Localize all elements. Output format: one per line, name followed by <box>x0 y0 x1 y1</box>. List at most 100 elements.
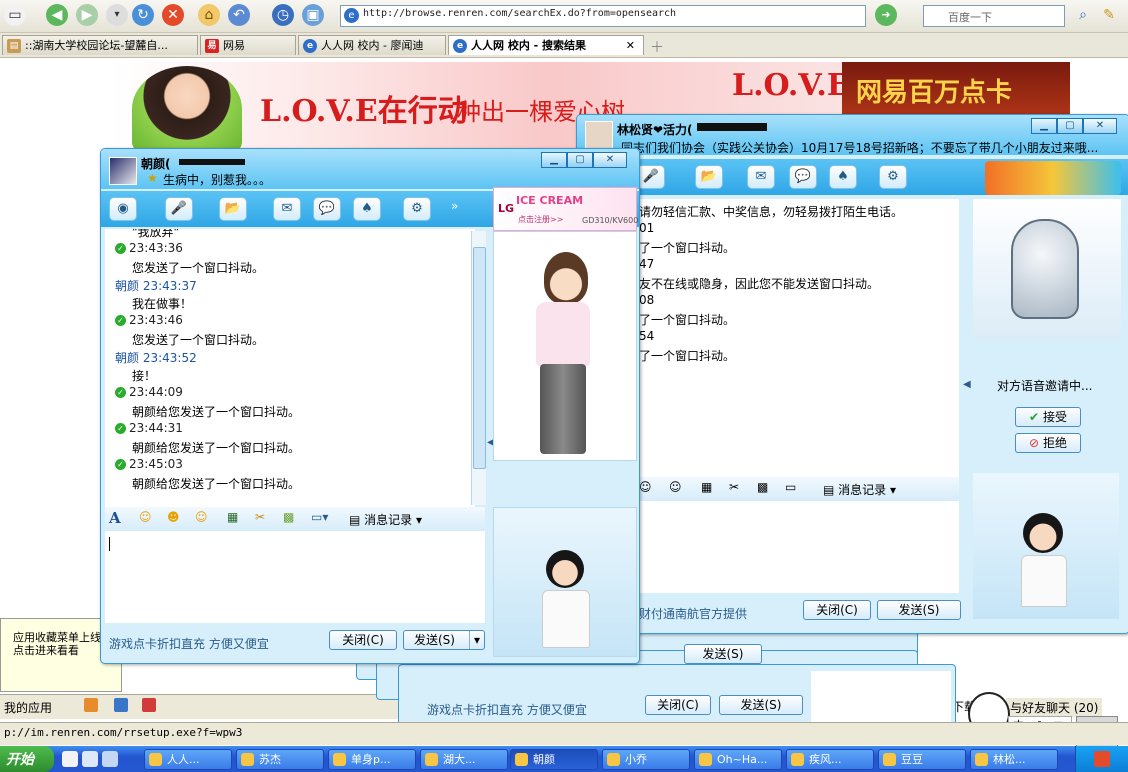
go-icon[interactable]: ➜ <box>875 4 897 26</box>
address-bar[interactable]: e http://browse.renren.com/searchEx.do?f… <box>340 5 866 27</box>
friend-chat-link[interactable]: 与好友聊天 (20) <box>1006 698 1103 717</box>
folder-icon[interactable]: 📂 <box>695 165 723 189</box>
tab-renren-profile[interactable]: e 人人网 校内 - 廖闻迪 <box>298 35 446 55</box>
gift-icon[interactable]: ▩ <box>757 480 768 494</box>
app-icon[interactable] <box>142 698 156 712</box>
send-button[interactable]: 发送(S) ▾ <box>403 630 485 650</box>
collapse-panel-arrow[interactable]: ◀ <box>963 379 971 390</box>
app-icon[interactable] <box>114 698 128 712</box>
quicklaunch-desktop-icon[interactable] <box>82 751 98 767</box>
window-titlebar[interactable]: 朝颜( ★ 生病中，别惹我。。。 ▁ ▢ ✕ <box>101 149 639 189</box>
history-clock-icon[interactable]: ◷ <box>272 4 294 26</box>
microphone-icon[interactable]: 🎤 <box>165 197 193 221</box>
minimize-button[interactable]: ▁ <box>541 152 567 168</box>
tray-app-icon[interactable] <box>1094 751 1110 767</box>
pen-icon[interactable]: ✎ <box>1098 4 1120 26</box>
start-button[interactable]: 开始 <box>0 746 54 772</box>
new-tab-icon[interactable]: ＋ <box>650 37 664 57</box>
taskbar-button[interactable]: 湖大... <box>420 749 508 770</box>
undo-icon[interactable]: ↶ <box>228 4 250 26</box>
apps-shortcut-icon[interactable] <box>985 161 1121 195</box>
send-options-icon[interactable]: ▾ <box>468 631 480 649</box>
screen-share-icon[interactable]: ▭▾ <box>311 510 328 524</box>
font-icon[interactable]: A <box>109 509 121 527</box>
search-icon[interactable]: ⌕ <box>1072 4 1094 26</box>
message-scrollbar[interactable] <box>471 231 486 505</box>
video-camera-icon[interactable]: ◉ <box>109 197 137 221</box>
taskbar-button[interactable]: 单身p... <box>328 749 416 770</box>
taskbar-button[interactable]: Oh~Ha... <box>694 749 782 770</box>
chat-window-zhaoyan[interactable]: 朝颜( ★ 生病中，别惹我。。。 ▁ ▢ ✕ ◉ 🎤 📂 ✉ 💬 ♠ ⚙ » L… <box>100 148 640 664</box>
image-icon[interactable]: ▦ <box>227 510 238 524</box>
taskbar-button[interactable]: 小乔 <box>602 749 690 770</box>
close-button[interactable]: 关闭(C) <box>645 695 711 715</box>
quicklaunch-ie-icon[interactable] <box>62 751 78 767</box>
close-tab-icon[interactable]: ✕ <box>626 36 635 55</box>
message-history-button[interactable]: ▤ 消息记录 ▾ <box>823 481 896 498</box>
more-tools-icon[interactable]: » <box>451 199 458 213</box>
tab-netease[interactable]: 易 网易 <box>200 35 296 55</box>
footer-ad-link[interactable]: 财付通南航官方提供 <box>639 605 747 622</box>
taskbar-button[interactable]: 疾风... <box>786 749 874 770</box>
send-button[interactable]: 发送(S) <box>684 644 762 664</box>
screenshot-icon[interactable]: ✂ <box>729 480 739 494</box>
reject-voice-button[interactable]: ⊘ 拒绝 <box>1015 433 1081 453</box>
settings-gear-icon[interactable]: ⚙ <box>403 197 431 221</box>
screen-share-icon[interactable]: ▭ <box>785 480 796 494</box>
chat-bubble-icon[interactable]: 💬 <box>789 165 817 189</box>
netease-card-ad[interactable]: 网易百万点卡 <box>842 62 1070 120</box>
minimize-button[interactable]: ▁ <box>1031 118 1057 134</box>
my-apps-label[interactable]: 我的应用 <box>4 699 52 716</box>
settings-gear-icon[interactable]: ⚙ <box>879 165 907 189</box>
folder-icon[interactable]: 📂 <box>219 197 247 221</box>
message-input[interactable] <box>105 531 485 623</box>
send-button[interactable]: 发送(S) <box>719 695 803 715</box>
window-titlebar[interactable]: 林松贤❤活力( 同志们我们协会（实践公关协会）10月17号18号招新咯；不要忘了… <box>577 115 1128 155</box>
microphone-icon[interactable]: 🎤 <box>637 165 665 189</box>
accept-voice-button[interactable]: ✔ 接受 <box>1015 407 1081 427</box>
message-history-button[interactable]: ▤ 消息记录 ▾ <box>349 511 422 528</box>
contact-avatar[interactable] <box>585 121 613 149</box>
back-arrow-icon[interactable]: ◀ <box>46 4 68 26</box>
message-history[interactable]: 请勿轻信汇款、中奖信息，勿轻易拨打陌生电话。 01 了一个窗口抖动。 47 友不在线或隐… <box>637 199 959 479</box>
maximize-button[interactable]: ▢ <box>1057 118 1083 134</box>
stop-icon[interactable]: ✕ <box>162 4 184 26</box>
emoji-icon[interactable]: ☺ <box>669 480 682 494</box>
emoji-icon[interactable]: ☺ <box>639 480 652 494</box>
image-icon[interactable]: ▦ <box>701 480 712 494</box>
screen-icon[interactable]: ▣ <box>302 4 324 26</box>
scrollbar-thumb[interactable] <box>473 247 486 469</box>
cards-icon[interactable]: ♠ <box>353 197 381 221</box>
lg-icecream-ad[interactable]: LG ICE CREAM 点击注册>> GD310/KV600 <box>493 187 638 231</box>
taskbar-button[interactable]: 豆豆 <box>878 749 966 770</box>
chat-window-bottom[interactable]: 游戏点卡折扣直充 方便又便宜 关闭(C) 发送(S) <box>398 664 956 728</box>
emoji-icon[interactable]: ☻ <box>167 510 180 524</box>
dropdown-icon[interactable]: ▾ <box>106 4 128 26</box>
taskbar-button[interactable]: 人人... <box>144 749 232 770</box>
new-page-icon[interactable]: ▭ <box>4 4 26 26</box>
home-icon[interactable]: ⌂ <box>198 4 220 26</box>
screenshot-icon[interactable]: ✂ <box>255 510 265 524</box>
contact-avatar[interactable] <box>109 157 137 185</box>
close-button[interactable]: 关闭(C) <box>329 630 397 650</box>
close-window-button[interactable]: ✕ <box>1083 118 1117 134</box>
mail-icon[interactable]: ✉ <box>747 165 775 189</box>
taskbar-button[interactable]: 林松... <box>970 749 1058 770</box>
chat-bubble-icon[interactable]: 💬 <box>313 197 341 221</box>
emoji-icon[interactable]: ☺ <box>139 510 152 524</box>
refresh-icon[interactable]: ↻ <box>132 4 154 26</box>
tab-renren-search[interactable]: e 人人网 校内 - 搜索结果 ✕ <box>448 35 644 55</box>
send-button[interactable]: 发送(S) <box>877 600 961 620</box>
app-icon[interactable] <box>84 698 98 712</box>
footer-ad-link[interactable]: 游戏点卡折扣直充 方便又便宜 <box>109 635 269 652</box>
message-input[interactable] <box>637 501 959 593</box>
chat-window-linsongxian[interactable]: 林松贤❤活力( 同志们我们协会（实践公关协会）10月17号18号招新咯；不要忘了… <box>576 114 1128 634</box>
close-button[interactable]: 关闭(C) <box>803 600 871 620</box>
mail-icon[interactable]: ✉ <box>273 197 301 221</box>
send-button-stacked[interactable]: 发送(S) <box>684 644 764 664</box>
forward-arrow-icon[interactable]: ▶ <box>76 4 98 26</box>
emoji-icon[interactable]: ☺ <box>195 510 208 524</box>
quicklaunch-media-icon[interactable] <box>102 751 118 767</box>
close-window-button[interactable]: ✕ <box>593 152 627 168</box>
gift-icon[interactable]: ▩ <box>283 510 294 524</box>
